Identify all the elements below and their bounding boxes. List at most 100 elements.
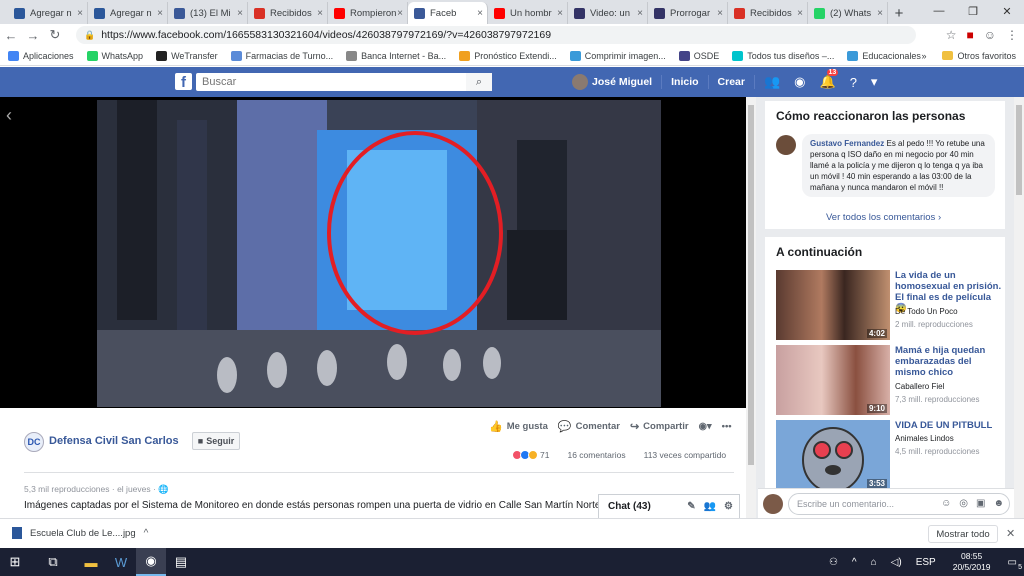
account-menu-icon[interactable]: ▾ (871, 74, 878, 90)
close-tab-icon[interactable]: × (397, 8, 403, 19)
chevron-up-icon[interactable]: ^ (852, 557, 857, 568)
close-window-icon[interactable]: ✕ (990, 0, 1024, 22)
shares-count[interactable]: 113 veces compartido (644, 450, 727, 460)
browser-tab[interactable]: (13) El Mi × (168, 2, 248, 24)
browser-tab[interactable]: Faceb × (408, 2, 488, 24)
video-channel[interactable]: Caballero Fiel (895, 382, 944, 391)
browser-tab[interactable]: Agregar n × (8, 2, 88, 24)
notifications-center-icon[interactable]: ▭ 5 (1008, 557, 1022, 571)
bookmark-item[interactable]: Banca Internet - Ba... (346, 50, 446, 61)
browser-tab[interactable]: Agregar n × (88, 2, 168, 24)
close-tab-icon[interactable]: × (157, 8, 163, 19)
reaction-audience-icon[interactable]: ◉▾ (699, 421, 712, 432)
show-all-button[interactable]: Mostrar todo (928, 525, 998, 543)
suggested-video[interactable]: 3:53 VIDA DE UN PITBULL Animales Lindos … (776, 420, 1001, 490)
video-channel[interactable]: De Todo Un Poco (895, 307, 958, 316)
bookmark-item[interactable]: OSDE (678, 50, 719, 61)
video-thumbnail[interactable]: 9:10 (776, 345, 890, 415)
network-icon[interactable]: ⌂ (871, 557, 877, 568)
help-icon[interactable]: ? (850, 75, 857, 90)
suggested-video[interactable]: 9:10 Mamá e hija quedan embarazadas del … (776, 345, 1001, 415)
browser-tab[interactable]: Un hombr × (488, 2, 568, 24)
close-tab-icon[interactable]: × (877, 8, 883, 19)
comments-count[interactable]: 16 comentarios (567, 450, 625, 460)
messenger-icon[interactable]: ◉ (794, 74, 805, 90)
back-icon[interactable]: ← (0, 28, 22, 43)
video-title[interactable]: Mamá e hija quedan embarazadas del mismo… (895, 345, 1003, 378)
chevron-up-icon[interactable]: ^ (144, 528, 149, 539)
gif-icon[interactable]: ▣ (976, 498, 985, 509)
reactions-count[interactable]: 71 (540, 450, 549, 460)
minimize-icon[interactable]: — (922, 0, 956, 22)
post-date[interactable]: el jueves (117, 484, 151, 494)
video-scrollbar[interactable] (746, 97, 756, 518)
chrome-icon[interactable]: ◉ (136, 548, 166, 576)
close-tab-icon[interactable]: × (717, 8, 723, 19)
more-options-icon[interactable]: ••• (722, 421, 732, 432)
close-tab-icon[interactable]: × (477, 8, 483, 19)
camera-icon[interactable]: ◎ (959, 498, 968, 509)
chat-bar[interactable]: Chat (43) ✎ 👥 ⚙ (598, 494, 740, 518)
settings-gear-icon[interactable]: ⚙ (724, 501, 733, 512)
avatar[interactable] (776, 135, 796, 155)
close-tab-icon[interactable]: × (77, 8, 83, 19)
new-tab-button[interactable]: + (888, 2, 910, 24)
emoji-icon[interactable]: ☺ (941, 498, 951, 509)
search-icon[interactable]: ⌕ (466, 73, 492, 91)
comment-author[interactable]: Gustavo Fernandez (810, 139, 884, 148)
comment-button[interactable]: 💬 Comentar (558, 420, 620, 433)
page-name[interactable]: Defensa Civil San Carlos (49, 435, 179, 447)
bookmark-item[interactable]: WhatsApp (86, 50, 143, 61)
suggested-video[interactable]: 4:02 La vida de un homosexual en prisión… (776, 270, 1001, 340)
bookmark-item[interactable]: Todos tus diseños –... (732, 50, 834, 61)
other-favorites[interactable]: Otros favoritos (957, 51, 1016, 61)
browser-tab[interactable]: Prorrogar × (648, 2, 728, 24)
people-icon[interactable]: ⚇ (829, 557, 838, 568)
extension-icon[interactable]: ■ (966, 28, 973, 42)
bookmark-item[interactable]: Aplicaciones (8, 50, 74, 61)
browser-tab[interactable]: Rompieron × (328, 2, 408, 24)
bookmark-item[interactable]: WeTransfer (156, 50, 218, 61)
close-icon[interactable]: ✕ (1006, 527, 1015, 540)
avatar[interactable] (572, 74, 588, 90)
reaction-icons[interactable] (512, 450, 538, 460)
video-player[interactable] (97, 100, 661, 407)
maximize-icon[interactable]: ❐ (956, 0, 990, 22)
volume-icon[interactable]: ◁) (891, 557, 902, 568)
close-tab-icon[interactable]: × (557, 8, 563, 19)
bookmark-item[interactable]: Comprimir imagen... (569, 50, 666, 61)
browser-tab[interactable]: (2) Whats × (808, 2, 888, 24)
close-tab-icon[interactable]: × (237, 8, 243, 19)
video-channel[interactable]: Animales Lindos (895, 434, 954, 443)
compose-icon[interactable]: ✎ (687, 501, 695, 512)
like-button[interactable]: 👍 Me gusta (489, 420, 548, 433)
profile-icon[interactable]: ☺ (984, 28, 996, 42)
language-indicator[interactable]: ESP (916, 557, 936, 568)
search-input[interactable] (196, 73, 492, 91)
star-icon[interactable]: ☆ (946, 28, 957, 42)
notifications-icon[interactable]: 🔔 13 (820, 69, 839, 90)
url-field[interactable]: 🔒 https://www.facebook.com/1665583130321… (76, 26, 916, 44)
bookmark-item[interactable]: Farmacias de Turno... (230, 50, 333, 61)
bookmarks-more[interactable]: » (921, 51, 926, 61)
facebook-logo-icon[interactable]: f (175, 73, 192, 91)
new-group-icon[interactable]: 👥 (704, 501, 716, 512)
nav-create[interactable]: Crear (718, 76, 745, 88)
video-title[interactable]: VIDA DE UN PITBULL (895, 420, 1003, 431)
sticker-icon[interactable]: ☻ (993, 498, 1004, 509)
previous-arrow-icon[interactable]: ‹ (6, 105, 12, 126)
task-view-icon[interactable]: ⧉ (38, 548, 68, 576)
word-icon[interactable]: W (106, 548, 136, 576)
page-avatar[interactable]: DC (24, 432, 44, 452)
sidebar-scrollbar[interactable] (1014, 97, 1024, 518)
browser-tab[interactable]: Recibidos × (248, 2, 328, 24)
user-name[interactable]: José Miguel (592, 76, 652, 88)
app-icon[interactable]: ▤ (166, 548, 196, 576)
friends-icon[interactable]: 👥 (764, 74, 780, 90)
follow-button[interactable]: ■ Seguir (192, 432, 240, 450)
bookmark-item[interactable]: Pronóstico Extendi... (459, 50, 557, 61)
browser-tab[interactable]: Video: un × (568, 2, 648, 24)
windows-start-icon[interactable]: ⊞ (0, 548, 30, 576)
video-thumbnail[interactable]: 3:53 (776, 420, 890, 490)
clock[interactable]: 08:55 20/5/2019 (953, 551, 991, 573)
